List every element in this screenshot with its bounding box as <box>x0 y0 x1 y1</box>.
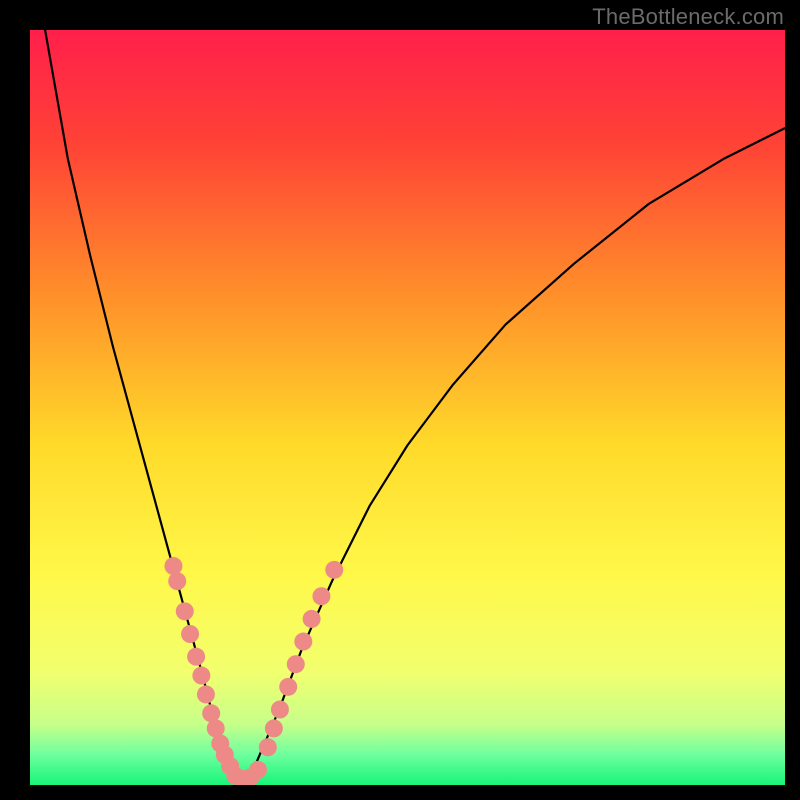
data-marker <box>192 667 210 685</box>
curve-left-branch <box>45 30 241 785</box>
data-marker <box>312 587 330 605</box>
data-marker <box>294 633 312 651</box>
data-marker <box>259 738 277 756</box>
data-marker <box>279 678 297 696</box>
data-marker <box>325 561 343 579</box>
data-marker <box>181 625 199 643</box>
chart-frame: TheBottleneck.com <box>0 0 800 800</box>
curve-right-branch <box>241 128 785 785</box>
plot-area <box>30 30 785 785</box>
data-marker <box>287 655 305 673</box>
curve-layer <box>30 30 785 785</box>
data-marker <box>249 761 267 779</box>
data-marker <box>176 602 194 620</box>
data-marker <box>187 648 205 666</box>
data-marker <box>168 572 186 590</box>
data-marker <box>271 701 289 719</box>
data-marker <box>303 610 321 628</box>
data-marker <box>164 557 182 575</box>
data-marker <box>197 685 215 703</box>
data-marker <box>265 719 283 737</box>
watermark-text: TheBottleneck.com <box>592 4 784 30</box>
